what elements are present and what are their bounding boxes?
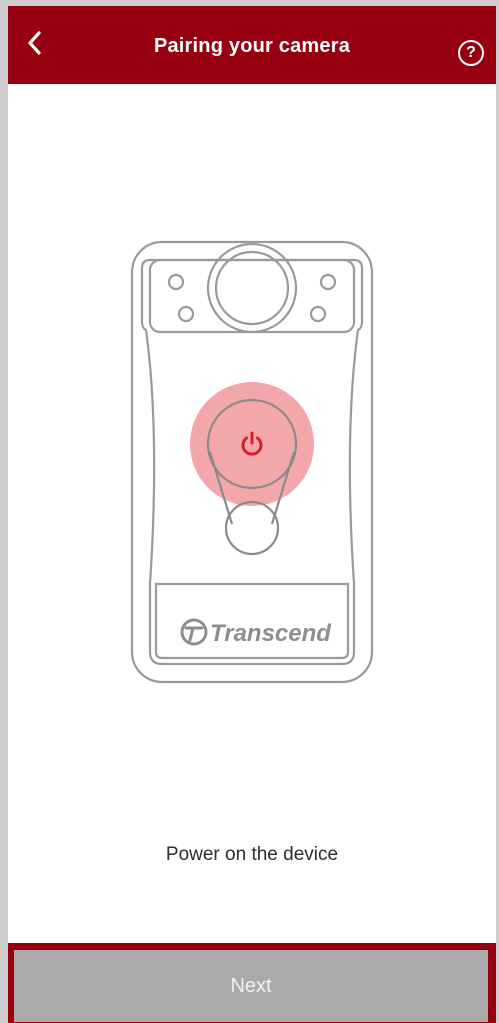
header-bar: Pairing your camera ? — [8, 6, 496, 84]
footer-bar: Next — [8, 943, 496, 1023]
help-button[interactable]: ? — [458, 40, 484, 66]
next-button[interactable]: Next — [14, 950, 488, 1022]
camera-illustration: Transcend — [130, 240, 374, 684]
page-title: Pairing your camera — [153, 35, 351, 57]
brand-text: Transcend — [210, 620, 332, 647]
question-circle-icon: ? — [466, 44, 476, 61]
instruction-text: Power on the device — [165, 844, 339, 865]
chevron-left-icon — [28, 31, 41, 55]
back-button[interactable] — [14, 22, 56, 64]
pairing-screen: Pairing your camera ? Transcend Power on… — [0, 0, 499, 1023]
transcend-logo: Transcend — [180, 618, 332, 647]
